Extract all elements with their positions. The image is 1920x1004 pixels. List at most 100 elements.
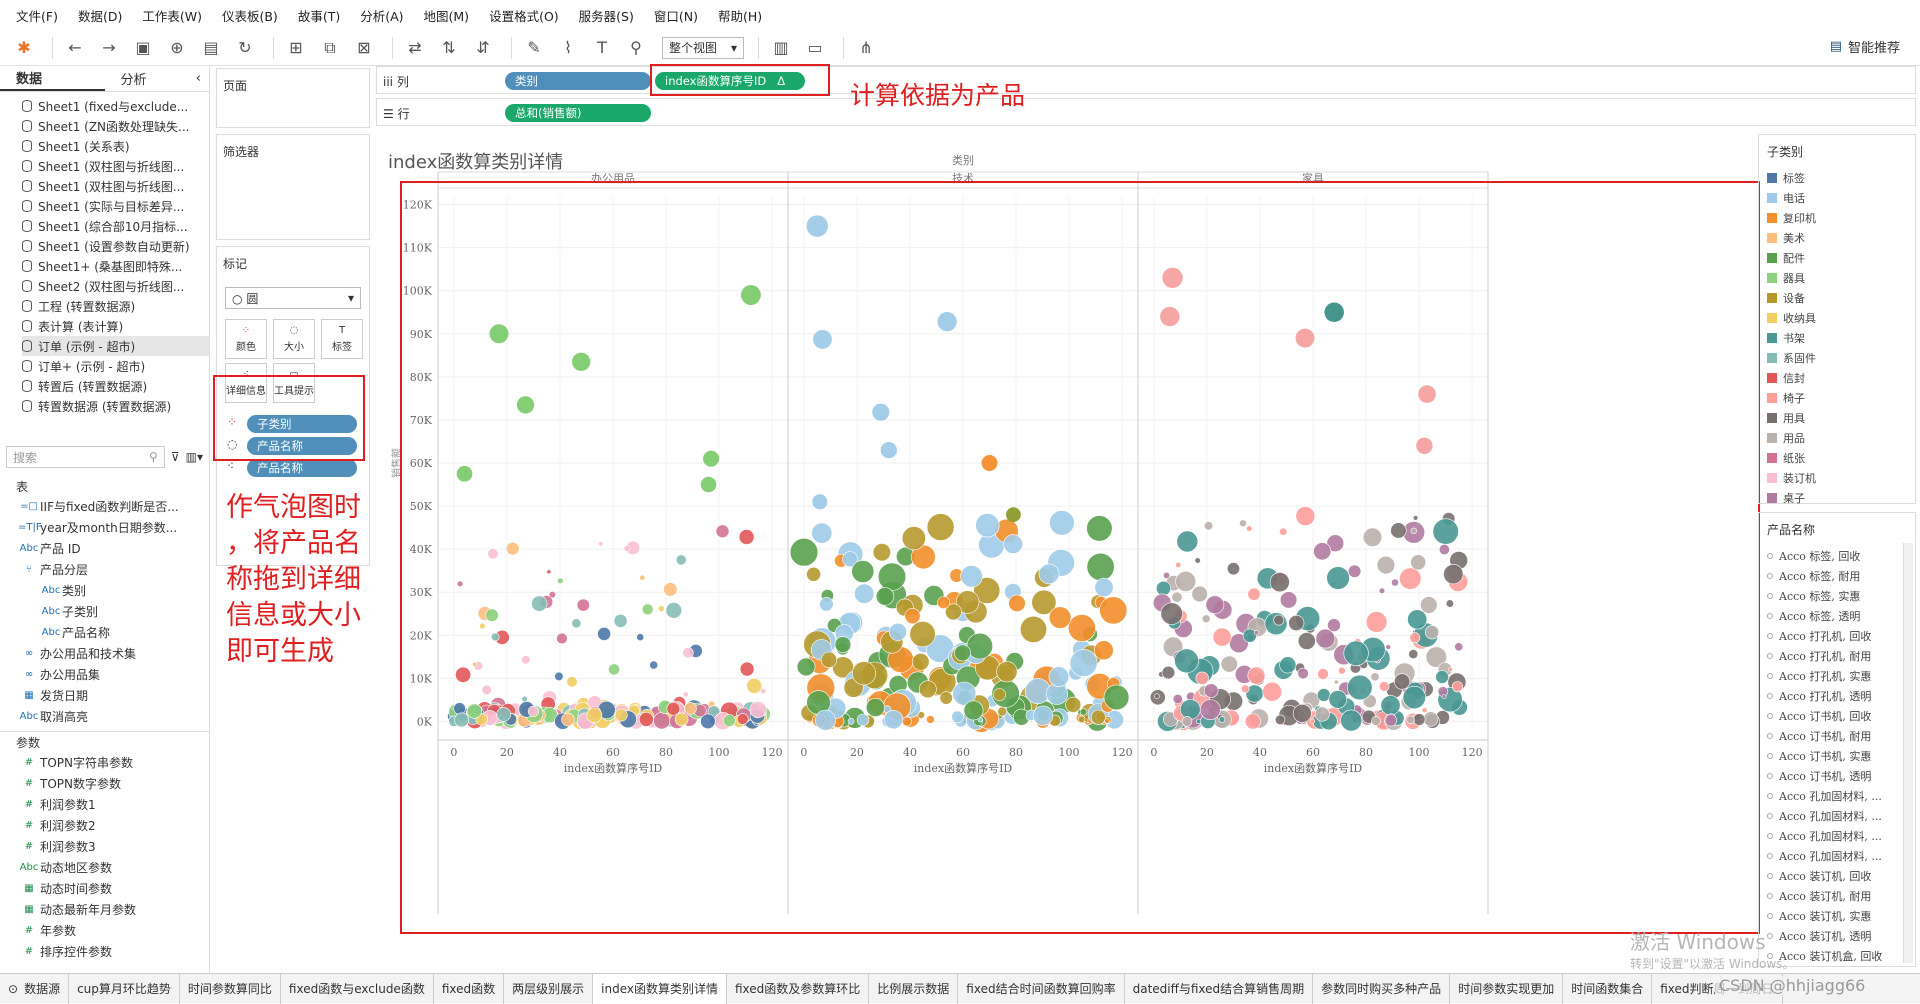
datasource-item[interactable]: Sheet1+ (桑基图即特殊...	[22, 256, 209, 276]
columns-shelf[interactable]: iii 列 类别 index函数算序号ID Δ	[376, 66, 1916, 94]
field-item[interactable]: =□ IIF与fixed函数判断是否...	[0, 496, 209, 517]
parameter-item[interactable]: ▦ 动态时间参数	[0, 878, 209, 899]
tab-data[interactable]: 数据	[0, 66, 105, 91]
rows-shelf[interactable]: ☰ 行 总和(销售额)	[376, 98, 1916, 126]
product-legend-item[interactable]: Acco 订书机, 耐用	[1759, 726, 1915, 746]
show-me-icon[interactable]: ▥	[767, 34, 795, 62]
menu-dashboard[interactable]: 仪表板(B)	[212, 6, 288, 25]
sheet-tab[interactable]: fixed结合时间函数算回购率	[958, 973, 1125, 1004]
product-legend-item[interactable]: Acco 标签, 回收	[1759, 546, 1915, 566]
datasource-item[interactable]: 表计算 (表计算)	[22, 316, 209, 336]
sheet-tab[interactable]: 时间参数实现更加	[1450, 973, 1564, 1004]
legend-item[interactable]: 标签	[1759, 168, 1915, 188]
datasource-item[interactable]: Sheet1 (ZN函数处理缺失...	[22, 116, 209, 136]
group-icon[interactable]: ⌇	[554, 34, 582, 62]
sheet-tab[interactable]: fixed函数及参数算环比	[727, 973, 870, 1004]
legend-item[interactable]: 器具	[1759, 268, 1915, 288]
view-size-select[interactable]: 整个视图 ▾	[662, 36, 745, 59]
product-legend-item[interactable]: Acco 标签, 透明	[1759, 606, 1915, 626]
legend-item[interactable]: 用具	[1759, 408, 1915, 428]
tab-datasource[interactable]: ⊙ 数据源	[0, 973, 70, 1004]
legend-item[interactable]: 纸张	[1759, 448, 1915, 468]
highlight-icon[interactable]: ✎	[520, 34, 548, 62]
parameter-item[interactable]: ▦ 动态最新年月参数	[0, 899, 209, 920]
new-sheet-icon[interactable]: ⊞	[282, 34, 310, 62]
menu-format[interactable]: 设置格式(O)	[479, 6, 569, 25]
parameter-item[interactable]: # 排序控件参数	[0, 941, 209, 962]
product-legend-item[interactable]: Acco 装订机, 耐用	[1759, 886, 1915, 906]
parameter-item[interactable]: # TOPN数字参数	[0, 773, 209, 794]
field-item[interactable]: Abc 产品 ID	[0, 538, 209, 559]
menu-map[interactable]: 地图(M)	[414, 6, 480, 25]
product-legend-item[interactable]: Acco 订书机, 回收	[1759, 706, 1915, 726]
product-legend-item[interactable]: Acco 标签, 耐用	[1759, 566, 1915, 586]
legend-item[interactable]: 书架	[1759, 328, 1915, 348]
field-item[interactable]: =T|F year及month日期参数...	[0, 517, 209, 538]
new-datasource-icon[interactable]: ⊕	[163, 34, 191, 62]
product-legend-item[interactable]: Acco 订书机, 透明	[1759, 766, 1915, 786]
product-legend-item[interactable]: Acco 孔加固材料, ...	[1759, 826, 1915, 846]
menu-help[interactable]: 帮助(H)	[708, 6, 772, 25]
parameter-item[interactable]: # 利润参数3	[0, 836, 209, 857]
datasource-item[interactable]: 转置后 (转置数据源)	[22, 376, 209, 396]
product-name-legend[interactable]: 产品名称 Acco 标签, 回收 Acco 标签, 耐用 Acco 标签, 实惠 Ac…	[1758, 512, 1916, 967]
product-legend-item[interactable]: Acco 订书机, 实惠	[1759, 746, 1915, 766]
product-legend-item[interactable]: Acco 打孔机, 耐用	[1759, 646, 1915, 666]
save-icon[interactable]: ▣	[129, 34, 157, 62]
pill-sum-sales[interactable]: 总和(销售额)	[505, 104, 651, 122]
share-icon[interactable]: ⋔	[852, 34, 880, 62]
legend-item[interactable]: 电话	[1759, 188, 1915, 208]
pin-icon[interactable]: ⚲	[622, 34, 650, 62]
undo-icon[interactable]: ←	[61, 34, 89, 62]
field-item[interactable]: Abc 类别	[0, 580, 209, 601]
datasource-item[interactable]: 工程 (转置数据源)	[22, 296, 209, 316]
refresh-icon[interactable]: ↻	[231, 34, 259, 62]
datasource-item[interactable]: Sheet1 (实际与目标差异...	[22, 196, 209, 216]
pill-category[interactable]: 类别	[505, 72, 651, 90]
sheet-tab[interactable]: 两层级别展示	[504, 973, 594, 1004]
datasource-item[interactable]: Sheet1 (设置参数自动更新)	[22, 236, 209, 256]
label-icon[interactable]: T	[588, 34, 616, 62]
view-options-icon[interactable]: ▥▾	[186, 450, 203, 464]
sheet-tab[interactable]: datediff与fixed结合算销售周期	[1125, 973, 1314, 1004]
menu-file[interactable]: 文件(F)	[6, 6, 68, 25]
sheet-tab[interactable]: 参数同时购买多种产品	[1313, 973, 1451, 1004]
legend-item[interactable]: 用品	[1759, 428, 1915, 448]
datasource-item[interactable]: Sheet1 (双柱图与折线图...	[22, 156, 209, 176]
tableau-logo-icon[interactable]: ✱	[10, 34, 38, 62]
sort-desc-icon[interactable]: ⇵	[469, 34, 497, 62]
size-button[interactable]: ◌ 大小	[273, 319, 315, 359]
swap-icon[interactable]: ⇄	[401, 34, 429, 62]
sort-asc-icon[interactable]: ⇅	[435, 34, 463, 62]
field-item[interactable]: ⑂ 产品分层	[0, 559, 209, 580]
product-legend-item[interactable]: Acco 孔加固材料, ...	[1759, 806, 1915, 826]
parameter-item[interactable]: # 年参数	[0, 920, 209, 941]
legend-item[interactable]: 系固件	[1759, 348, 1915, 368]
datasource-item[interactable]: Sheet1 (双柱图与折线图...	[22, 176, 209, 196]
legend-item[interactable]: 复印机	[1759, 208, 1915, 228]
sheet-tab[interactable]: index函数算类别详情	[593, 973, 727, 1004]
product-legend-item[interactable]: Acco 孔加固材料, ...	[1759, 846, 1915, 866]
menu-worksheet[interactable]: 工作表(W)	[132, 6, 212, 25]
product-legend-item[interactable]: Acco 标签, 实惠	[1759, 586, 1915, 606]
field-item[interactable]: ∞ 办公用品和技术集	[0, 643, 209, 664]
search-input[interactable]: 搜索 ⚲	[6, 446, 165, 468]
legend-item[interactable]: 装订机	[1759, 468, 1915, 488]
datasource-item[interactable]: Sheet1 (综合部10月指标...	[22, 216, 209, 236]
legend-item[interactable]: 桌子	[1759, 488, 1915, 508]
pages-card[interactable]: 页面	[216, 68, 370, 128]
redo-icon[interactable]: →	[95, 34, 123, 62]
parameter-item[interactable]: # 利润参数1	[0, 794, 209, 815]
scrollbar[interactable]	[1903, 543, 1913, 963]
menu-data[interactable]: 数据(D)	[68, 6, 132, 25]
parameter-item[interactable]: Abc 动态地区参数	[0, 857, 209, 878]
filter-icon[interactable]: ⊽	[171, 450, 180, 464]
datasource-item[interactable]: 转置数据源 (转置数据源)	[22, 396, 209, 416]
pill-product-name-detail[interactable]: 产品名称	[247, 459, 357, 477]
menu-server[interactable]: 服务器(S)	[569, 6, 644, 25]
legend-item[interactable]: 信封	[1759, 368, 1915, 388]
field-item[interactable]: Abc 取消高亮	[0, 706, 209, 727]
product-legend-item[interactable]: Acco 打孔机, 回收	[1759, 626, 1915, 646]
legend-item[interactable]: 设备	[1759, 288, 1915, 308]
color-button[interactable]: ⁘ 颜色	[225, 319, 267, 359]
